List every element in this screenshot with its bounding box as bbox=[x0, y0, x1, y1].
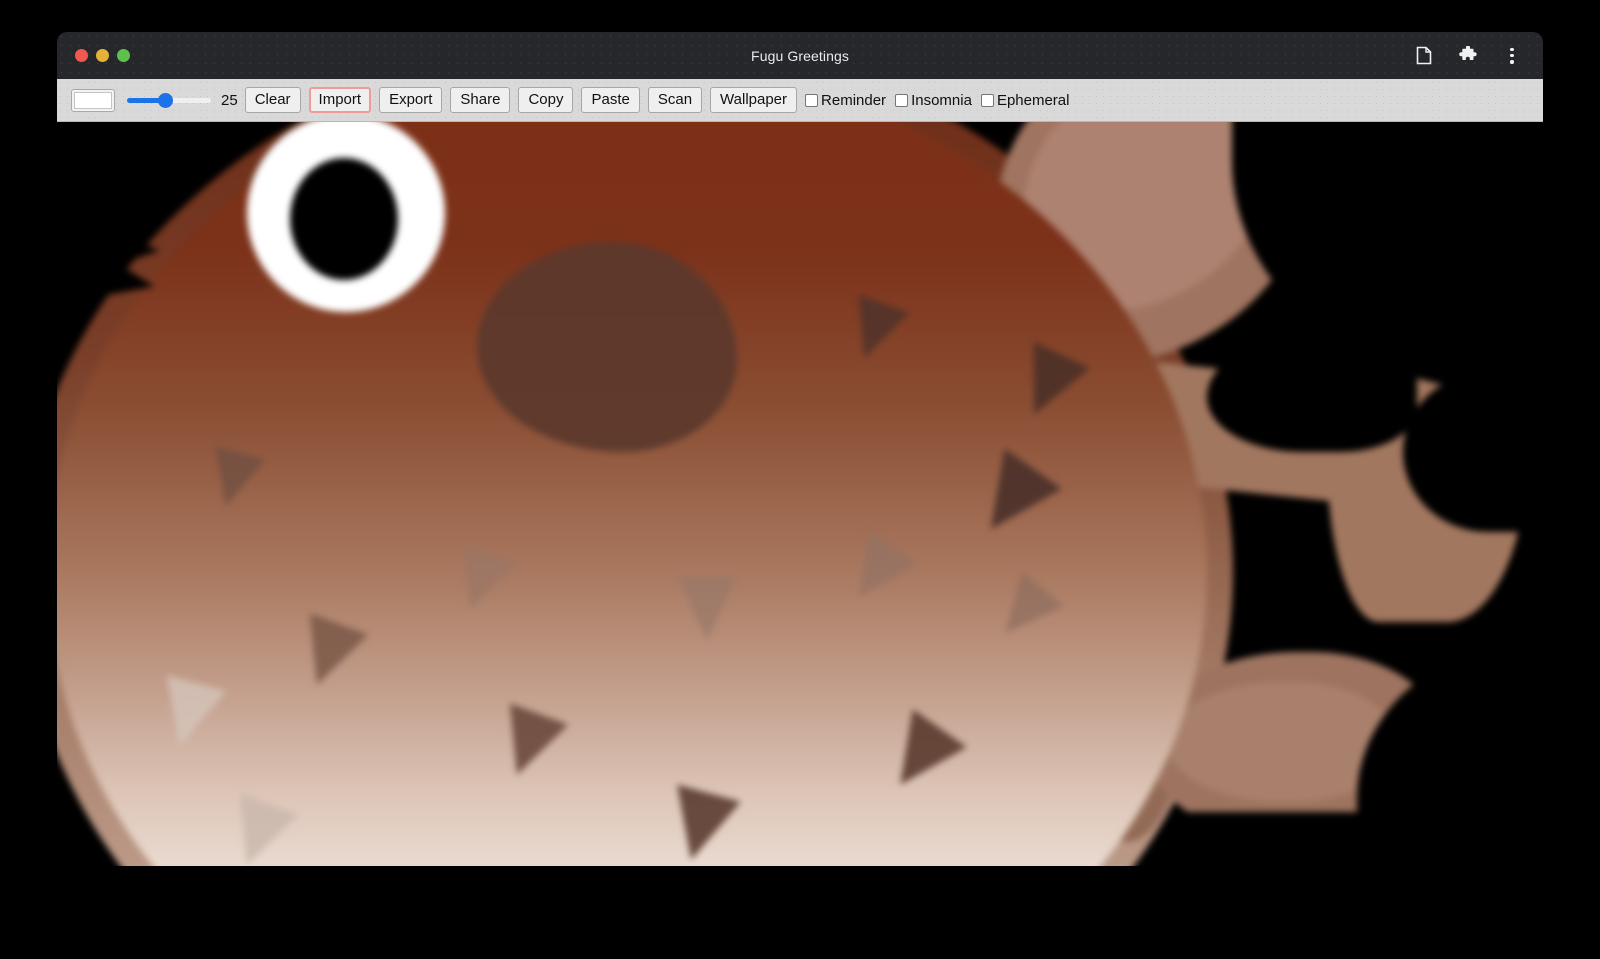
close-window-button[interactable] bbox=[75, 49, 88, 62]
traffic-lights bbox=[75, 49, 130, 62]
insomnia-checkbox-box[interactable] bbox=[895, 94, 908, 107]
insomnia-checkbox[interactable]: Insomnia bbox=[895, 92, 972, 109]
app-window: Fugu Greetings bbox=[57, 32, 1543, 867]
app-toolbar: 25 Clear Import Export Share Copy Paste … bbox=[57, 79, 1543, 122]
ephemeral-checkbox-label: Ephemeral bbox=[997, 92, 1070, 109]
import-button[interactable]: Import bbox=[309, 87, 372, 113]
color-picker[interactable] bbox=[71, 89, 115, 112]
more-menu-icon[interactable] bbox=[1501, 45, 1523, 67]
titlebar-actions bbox=[1413, 45, 1529, 67]
fish-eye-pupil bbox=[290, 158, 398, 280]
paste-button[interactable]: Paste bbox=[581, 87, 639, 113]
clear-button[interactable]: Clear bbox=[245, 87, 301, 113]
extensions-icon[interactable] bbox=[1457, 45, 1479, 67]
copy-button[interactable]: Copy bbox=[518, 87, 573, 113]
ephemeral-checkbox[interactable]: Ephemeral bbox=[981, 92, 1070, 109]
drawing-canvas[interactable] bbox=[57, 122, 1543, 866]
background-cutout-mid-right bbox=[1207, 332, 1417, 452]
reminder-checkbox-box[interactable] bbox=[805, 94, 818, 107]
maximize-window-button[interactable] bbox=[117, 49, 130, 62]
window-titlebar: Fugu Greetings bbox=[57, 32, 1543, 79]
reminder-checkbox-label: Reminder bbox=[821, 92, 886, 109]
export-button[interactable]: Export bbox=[379, 87, 442, 113]
blowfish-artwork bbox=[57, 122, 1543, 866]
wallpaper-button[interactable]: Wallpaper bbox=[710, 87, 797, 113]
background-cutout-bottom bbox=[1177, 812, 1543, 866]
fish-spike bbox=[677, 577, 737, 640]
minimize-window-button[interactable] bbox=[96, 49, 109, 62]
screen: Fugu Greetings bbox=[0, 0, 1600, 959]
window-title: Fugu Greetings bbox=[57, 48, 1543, 64]
page-icon[interactable] bbox=[1413, 45, 1435, 67]
share-button[interactable]: Share bbox=[450, 87, 510, 113]
ephemeral-checkbox-box[interactable] bbox=[981, 94, 994, 107]
reminder-checkbox[interactable]: Reminder bbox=[805, 92, 886, 109]
slider-value-label: 25 bbox=[221, 92, 238, 109]
pen-size-slider[interactable] bbox=[127, 90, 211, 110]
insomnia-checkbox-label: Insomnia bbox=[911, 92, 972, 109]
scan-button[interactable]: Scan bbox=[648, 87, 702, 113]
slider-thumb[interactable] bbox=[158, 93, 173, 108]
